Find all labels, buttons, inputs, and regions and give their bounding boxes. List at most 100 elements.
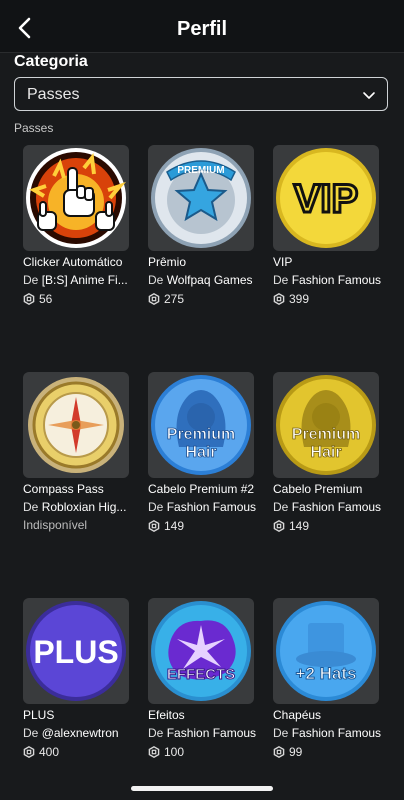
robux-icon	[148, 746, 160, 758]
creator-name: Fashion Famous	[291, 273, 382, 287]
robux-icon	[148, 293, 160, 305]
pass-thumbnail: PREMIUM	[148, 145, 254, 251]
pass-name: PLUS	[23, 708, 55, 722]
creator-prefix: De	[148, 500, 164, 514]
pass-card[interactable]: VIP VIP De Fashion Famous 399	[273, 145, 383, 306]
pass-creator[interactable]: De Fashion Famous	[273, 726, 383, 740]
pass-name: Compass Pass	[23, 482, 104, 496]
creator-name: Fashion Famous	[291, 500, 382, 514]
pass-card[interactable]: PREMIUM Prêmio De Wolfpaq Games 275	[148, 145, 258, 306]
creator-prefix: De	[23, 726, 39, 740]
effects-badge-icon: EFFECTS	[151, 601, 251, 701]
pass-price: 149	[273, 519, 383, 533]
price-value: 399	[289, 292, 310, 306]
price-value: 149	[164, 519, 185, 533]
pass-price: 100	[148, 745, 258, 759]
pass-name: Cabelo Premium #2	[148, 482, 255, 496]
category-select[interactable]: Passes	[14, 77, 388, 111]
creator-prefix: De	[273, 273, 289, 287]
pass-name: Chapéus	[273, 708, 322, 722]
pass-name: Efeitos	[148, 708, 185, 722]
pass-creator[interactable]: De @alexnewtron	[23, 726, 133, 740]
pass-thumbnail: +2 Hats	[273, 598, 379, 704]
pass-card[interactable]: Clicker Automático De [B:S] Anime Fi... …	[23, 145, 133, 306]
creator-prefix: De	[148, 726, 164, 740]
robux-icon	[148, 520, 160, 532]
pass-price: 400	[23, 745, 133, 759]
premium-ribbon-text: PREMIUM	[177, 165, 224, 176]
creator-name: [B:S] Anime Fi...	[41, 273, 128, 287]
pass-creator[interactable]: De Wolfpaq Games	[148, 273, 258, 287]
pass-name: Clicker Automático	[23, 255, 123, 269]
premium-star-badge-icon: PREMIUM	[151, 148, 251, 248]
price-value: 56	[39, 292, 53, 306]
category-label: Categoria	[14, 53, 88, 70]
vip-text: VIP	[294, 177, 358, 221]
pass-price: 275	[148, 292, 258, 306]
pass-name: Prêmio	[148, 255, 187, 269]
auto-clicker-hands-icon	[26, 148, 127, 248]
creator-name: Fashion Famous	[291, 726, 382, 740]
pass-status: Indisponível	[23, 518, 88, 532]
svg-text:Hair: Hair	[185, 444, 216, 461]
pass-price: 56	[23, 292, 133, 306]
pass-creator[interactable]: De Fashion Famous	[273, 273, 383, 287]
price-value: 149	[289, 519, 310, 533]
pass-creator[interactable]: De Fashion Famous	[148, 500, 258, 514]
pass-card[interactable]: PLUS PLUS De @alexnewtron 400	[23, 598, 133, 759]
effects-text: EFFECTS	[167, 666, 235, 683]
creator-prefix: De	[148, 273, 164, 287]
category-select-value: Passes	[27, 86, 80, 103]
page-title: Perfil	[176, 18, 228, 40]
pass-price: 99	[273, 745, 383, 759]
compass-icon	[28, 377, 124, 473]
pass-name: Cabelo Premium	[273, 482, 363, 496]
svg-text:Premium: Premium	[167, 426, 235, 443]
robux-icon	[273, 746, 285, 758]
vip-badge-icon: VIP	[276, 148, 376, 248]
pass-creator[interactable]: De Robloxian Hig...	[23, 500, 133, 514]
creator-prefix: De	[273, 726, 289, 740]
premium-hair-gold-icon: Premium Hair	[276, 375, 376, 475]
creator-name: Fashion Famous	[166, 726, 257, 740]
creator-name: Fashion Famous	[166, 500, 257, 514]
creator-name: @alexnewtron	[41, 726, 119, 740]
home-indicator[interactable]	[131, 786, 273, 791]
pass-card[interactable]: Premium Hair Cabelo Premium #2 De Fashio…	[148, 372, 258, 533]
pass-price: 399	[273, 292, 383, 306]
svg-text:Hair: Hair	[310, 444, 341, 461]
hats-badge-icon: +2 Hats	[276, 601, 376, 701]
creator-name: Wolfpaq Games	[166, 273, 253, 287]
top-bar: Perfil	[0, 0, 404, 53]
pass-thumbnail	[23, 372, 129, 478]
pass-thumbnail: PLUS	[23, 598, 129, 704]
pass-thumbnail: EFFECTS	[148, 598, 254, 704]
price-value: 400	[39, 745, 60, 759]
plus-text: PLUS	[33, 634, 118, 670]
robux-icon	[23, 293, 35, 305]
pass-thumbnail: Premium Hair	[148, 372, 254, 478]
section-title: Passes	[14, 121, 54, 135]
premium-hair-blue-icon: Premium Hair	[151, 375, 251, 475]
pass-creator[interactable]: De [B:S] Anime Fi...	[23, 273, 133, 287]
pass-creator[interactable]: De Fashion Famous	[148, 726, 258, 740]
pass-card[interactable]: +2 Hats Chapéus De Fashion Famous 99	[273, 598, 383, 759]
creator-prefix: De	[23, 500, 39, 514]
pass-card[interactable]: Premium Hair Cabelo Premium De Fashion F…	[273, 372, 383, 533]
creator-prefix: De	[23, 273, 39, 287]
pass-thumbnail	[23, 145, 129, 251]
pass-name: VIP	[273, 255, 293, 269]
pass-card[interactable]: Compass Pass De Robloxian Hig... Indispo…	[23, 372, 133, 532]
price-value: 100	[164, 745, 185, 759]
hats-text: +2 Hats	[296, 664, 357, 683]
price-value: 275	[164, 292, 185, 306]
pass-price: 149	[148, 519, 258, 533]
creator-name: Robloxian Hig...	[41, 500, 127, 514]
pass-creator[interactable]: De Fashion Famous	[273, 500, 383, 514]
robux-icon	[23, 746, 35, 758]
robux-icon	[273, 520, 285, 532]
plus-badge-icon: PLUS	[26, 601, 126, 701]
robux-icon	[273, 293, 285, 305]
creator-prefix: De	[273, 500, 289, 514]
pass-card[interactable]: EFFECTS Efeitos De Fashion Famous 100	[148, 598, 258, 759]
